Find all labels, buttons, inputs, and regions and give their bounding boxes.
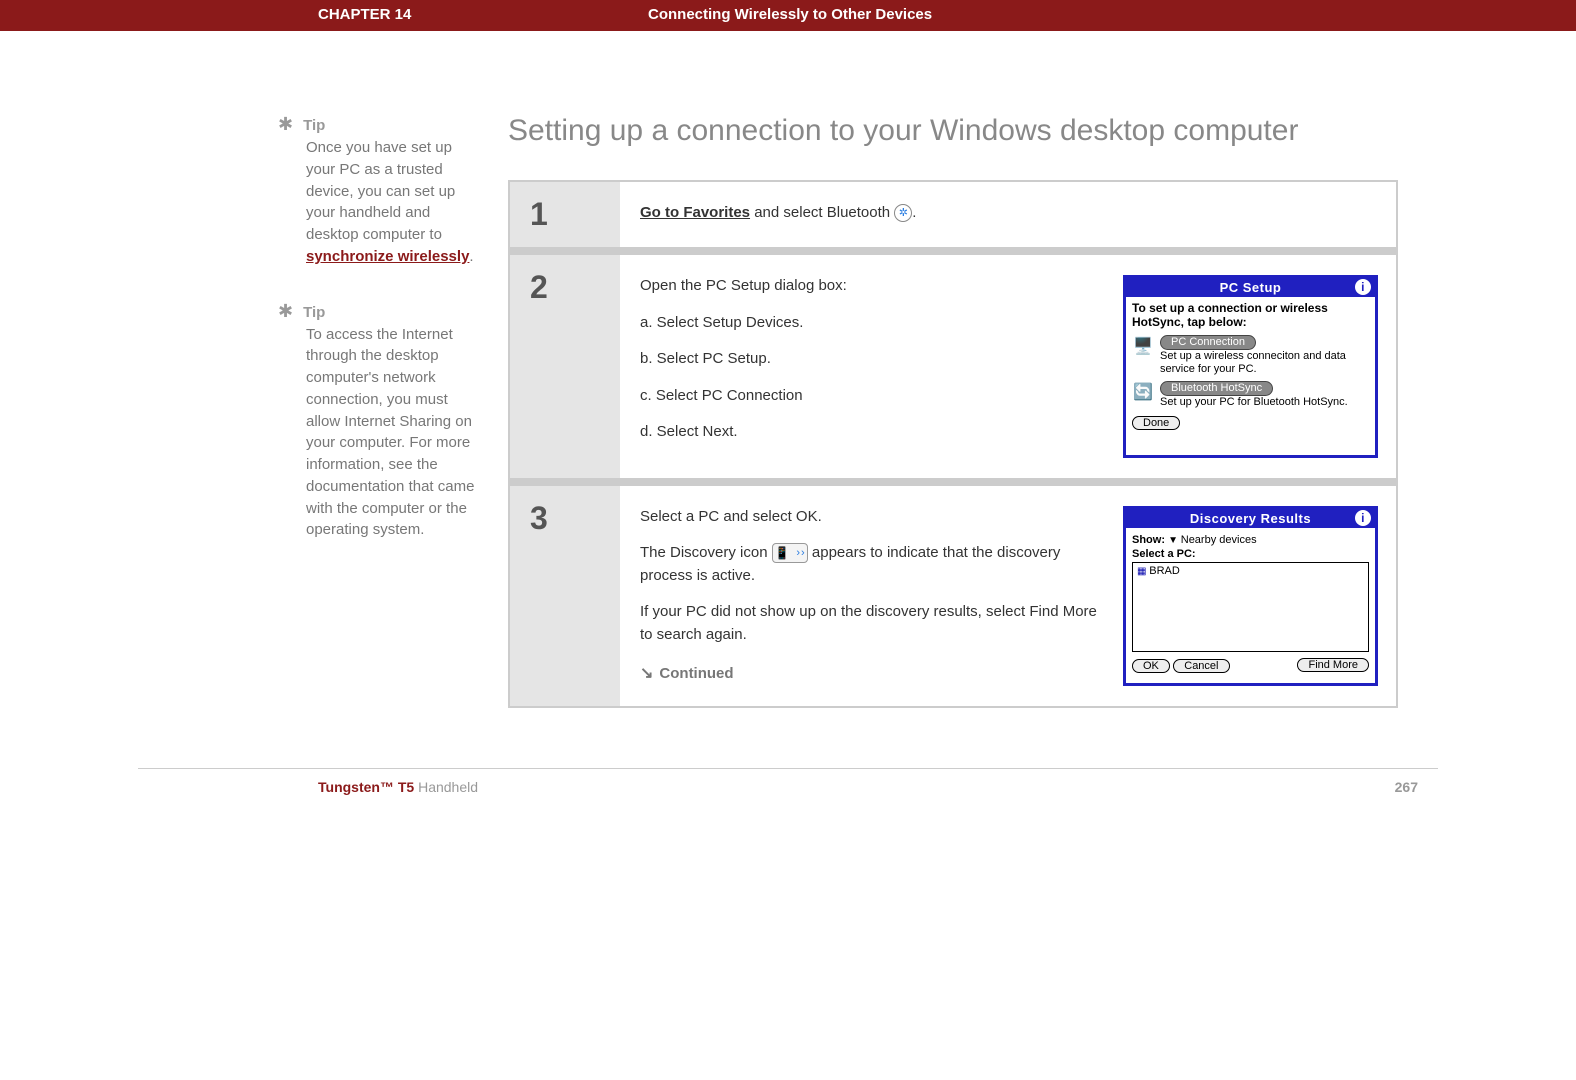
sidebar: ✱ Tip Once you have set up your PC as a … (138, 111, 508, 708)
section-title: Setting up a connection to your Windows … (508, 111, 1398, 150)
done-button[interactable]: Done (1132, 416, 1180, 430)
step-2d: d. Select Next. (640, 421, 1098, 444)
cancel-button[interactable]: Cancel (1173, 659, 1229, 673)
pc-connection-desc: Set up a wireless conneciton and data se… (1160, 350, 1346, 375)
pc-list[interactable]: BRAD (1132, 562, 1369, 652)
step-1-link[interactable]: Go to Favorites (640, 204, 750, 221)
step-1-text: and select Bluetooth (750, 204, 894, 221)
tip-1: ✱ Tip Once you have set up your PC as a … (278, 111, 478, 268)
continued-label: Continued (659, 663, 733, 686)
step-2c: c. Select PC Connection (640, 385, 1098, 408)
ok-button[interactable]: OK (1132, 659, 1170, 673)
step-3-p2a: The Discovery icon (640, 544, 772, 561)
header-bar: CHAPTER 14 Connecting Wirelessly to Othe… (0, 0, 1576, 31)
step-2b: b. Select PC Setup. (640, 348, 1098, 371)
select-pc-label: Select a PC: (1132, 548, 1196, 560)
dialog-title: Discovery Results (1190, 511, 1311, 526)
step-2: 2 Open the PC Setup dialog box: a. Selec… (510, 255, 1396, 478)
footer-product: Handheld (414, 779, 478, 795)
bluetooth-hotsync-button[interactable]: Bluetooth HotSync (1160, 381, 1273, 396)
list-item[interactable]: BRAD (1137, 565, 1364, 577)
dropdown-icon[interactable]: ▼ (1168, 535, 1181, 546)
discovery-icon (772, 543, 808, 563)
continued-arrow-icon: ↘ (640, 662, 653, 686)
step-2a: a. Select Setup Devices. (640, 312, 1098, 335)
show-label: Show: (1132, 534, 1165, 546)
tip-label: Tip (303, 115, 325, 137)
step-number: 2 (530, 269, 600, 306)
info-icon[interactable]: i (1355, 279, 1371, 295)
pc-setup-dialog: PC Setup i To set up a connection or wir… (1123, 275, 1378, 458)
step-1-trail: . (912, 204, 916, 221)
chapter-label: CHAPTER 14 (138, 6, 648, 23)
step-2-lead: Open the PC Setup dialog box: (640, 275, 1098, 298)
tip-1-post: . (469, 248, 473, 265)
step-1: 1 Go to Favorites and select Bluetooth ✲… (510, 182, 1396, 247)
dialog-title: PC Setup (1220, 280, 1282, 295)
tip-2-text: To access the Internet through the deskt… (306, 326, 474, 539)
tip-2: ✱ Tip To access the Internet through the… (278, 298, 478, 542)
tip-star-icon: ✱ (278, 298, 293, 324)
tip-1-link[interactable]: synchronize wirelessly (306, 248, 469, 265)
step-3-p3: If your PC did not show up on the discov… (640, 601, 1098, 646)
bluetooth-hotsync-desc: Set up your PC for Bluetooth HotSync. (1160, 396, 1348, 408)
bluetooth-hotsync-icon: 🔄 (1132, 381, 1154, 403)
footer-brand: Tungsten™ T5 (318, 779, 414, 795)
pc-connection-icon: 🖥️ (1132, 335, 1154, 357)
dialog-instruction: To set up a connection or wireless HotSy… (1132, 301, 1369, 329)
tip-1-text: Once you have set up your PC as a truste… (306, 139, 455, 243)
page-footer: Tungsten™ T5 Handheld 267 (138, 768, 1438, 809)
show-value[interactable]: Nearby devices (1181, 534, 1257, 546)
step-3: 3 Select a PC and select OK. The Discove… (510, 486, 1396, 707)
step-3-p1: Select a PC and select OK. (640, 506, 1098, 529)
chapter-title: Connecting Wirelessly to Other Devices (648, 6, 932, 23)
steps-container: 1 Go to Favorites and select Bluetooth ✲… (508, 180, 1398, 708)
main-content: Setting up a connection to your Windows … (508, 111, 1438, 708)
pc-connection-button[interactable]: PC Connection (1160, 335, 1256, 350)
find-more-button[interactable]: Find More (1297, 658, 1369, 672)
tip-label: Tip (303, 302, 325, 324)
step-number: 3 (530, 500, 600, 537)
step-number: 1 (530, 196, 600, 233)
info-icon[interactable]: i (1355, 510, 1371, 526)
continued-indicator: ↘ Continued (640, 662, 1098, 686)
page-number: 267 (1395, 779, 1418, 795)
tip-star-icon: ✱ (278, 111, 293, 137)
discovery-results-dialog: Discovery Results i Show: ▼ Nearby devic… (1123, 506, 1378, 687)
bluetooth-icon: ✲ (894, 204, 912, 222)
